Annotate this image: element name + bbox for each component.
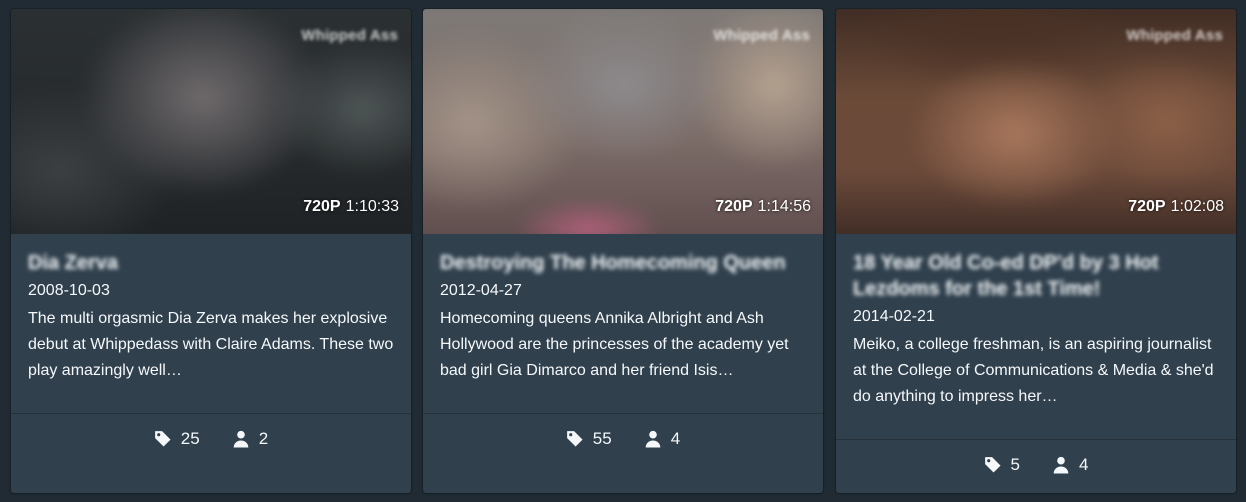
resolution-label: 720P <box>1128 198 1166 215</box>
scene-date: 2012-04-27 <box>440 282 522 299</box>
resolution-label: 720P <box>303 198 341 215</box>
user-icon <box>645 430 661 448</box>
scene-card[interactable]: Whipped Ass 720P 1:14:56 Destroying The … <box>423 9 823 493</box>
scene-title[interactable]: 18 Year Old Co-ed DP'd by 3 Hot Lezdoms … <box>853 250 1219 302</box>
tag-count-button[interactable]: 55 <box>566 429 612 449</box>
scene-description: Homecoming queens Annika Albright and As… <box>440 310 789 379</box>
performer-count: 4 <box>1079 455 1089 474</box>
studio-watermark: Whipped Ass <box>713 27 810 44</box>
studio-watermark: Whipped Ass <box>301 27 398 44</box>
tag-count: 25 <box>180 429 200 448</box>
scene-date: 2014-02-21 <box>853 308 935 325</box>
tag-count-button[interactable]: 5 <box>984 455 1020 475</box>
card-popovers: 5 4 <box>836 439 1236 490</box>
scene-thumbnail[interactable]: Whipped Ass 720P 1:14:56 <box>423 9 823 234</box>
scene-card[interactable]: Whipped Ass 720P 1:02:08 18 Year Old Co-… <box>836 9 1236 493</box>
scene-title[interactable]: Destroying The Homecoming Queen <box>440 250 806 276</box>
duration-label: 1:14:56 <box>757 198 811 215</box>
scene-grid: Whipped Ass 720P 1:10:33 Dia Zerva 2008-… <box>0 0 1246 502</box>
performer-count-button[interactable]: 4 <box>1052 455 1088 475</box>
user-icon <box>1053 456 1069 474</box>
scene-card[interactable]: Whipped Ass 720P 1:10:33 Dia Zerva 2008-… <box>11 9 411 493</box>
video-specs-overlay: 720P 1:14:56 <box>715 198 811 216</box>
video-specs-overlay: 720P 1:10:33 <box>303 198 399 216</box>
scene-description: Meiko, a college freshman, is an aspirin… <box>853 336 1214 405</box>
duration-label: 1:10:33 <box>345 198 399 215</box>
tag-icon <box>154 431 171 447</box>
tag-count-button[interactable]: 25 <box>154 429 200 449</box>
performer-count-button[interactable]: 4 <box>644 429 680 449</box>
scene-description: The multi orgasmic Dia Zerva makes her e… <box>28 310 394 379</box>
performer-count: 4 <box>670 429 681 448</box>
performer-count-button[interactable]: 2 <box>232 429 268 449</box>
tag-icon <box>566 431 583 447</box>
video-specs-overlay: 720P 1:02:08 <box>1128 198 1224 216</box>
user-icon <box>233 430 249 448</box>
studio-watermark: Whipped Ass <box>1126 27 1223 44</box>
scene-thumbnail[interactable]: Whipped Ass 720P 1:02:08 <box>836 9 1236 234</box>
card-popovers: 25 2 <box>11 413 411 464</box>
performer-count: 2 <box>258 429 269 448</box>
card-popovers: 55 4 <box>423 413 823 464</box>
tag-count: 55 <box>592 429 612 448</box>
tag-count: 5 <box>1010 455 1020 474</box>
tag-icon <box>984 457 1001 473</box>
duration-label: 1:02:08 <box>1170 198 1224 215</box>
scene-date: 2008-10-03 <box>28 282 110 299</box>
scene-title[interactable]: Dia Zerva <box>28 250 394 276</box>
scene-thumbnail[interactable]: Whipped Ass 720P 1:10:33 <box>11 9 411 234</box>
resolution-label: 720P <box>715 198 753 215</box>
